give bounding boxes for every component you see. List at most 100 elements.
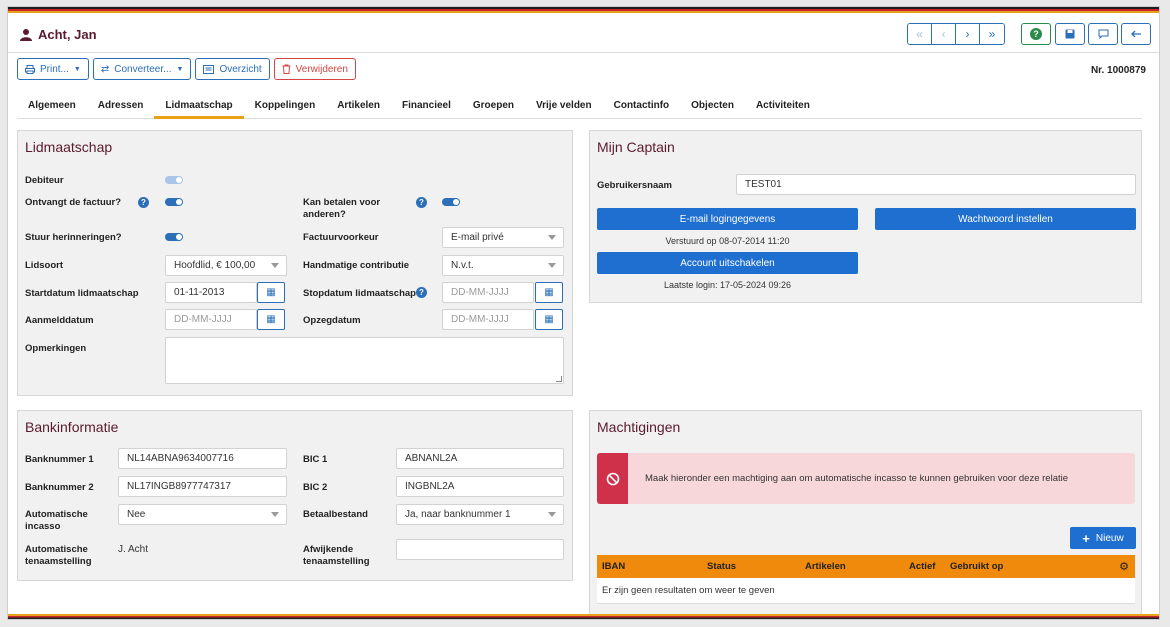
ontvangt-factuur-toggle[interactable] [165, 198, 183, 206]
tab-contactinfo[interactable]: Contactinfo [603, 95, 681, 119]
convert-label: Converteer... [114, 63, 172, 75]
last-record-button[interactable]: » [980, 24, 1004, 44]
caret-down-icon: ▼ [176, 65, 184, 73]
last-login-timestamp: Laatste login: 17-05-2024 09:26 [663, 280, 792, 290]
auto-incasso-label: Automatische incasso [25, 509, 88, 532]
tab-activiteiten[interactable]: Activiteiten [745, 95, 821, 119]
caret-down-icon: ▼ [73, 65, 81, 73]
calendar-icon[interactable]: ▦ [535, 282, 563, 303]
tab-objecten[interactable]: Objecten [680, 95, 745, 119]
ban-icon [606, 472, 619, 485]
bank2-input[interactable]: NL17INGB8977747317 [118, 476, 287, 497]
afwijkende-tenaam-label: Afwijkende tenaamstelling [303, 544, 370, 567]
factuurvoorkeur-value: E-mail privé [451, 232, 504, 243]
flag-stripe-bottom [8, 614, 1159, 619]
help-icon[interactable]: ? [416, 287, 427, 298]
factuurvoorkeur-label: Factuurvoorkeur [303, 232, 379, 243]
tab-vrije-velden[interactable]: Vrije velden [525, 95, 603, 119]
help-icon[interactable]: ? [138, 197, 149, 208]
save-button[interactable] [1055, 23, 1085, 45]
record-navigation: « ‹ › » [907, 23, 1005, 45]
startdatum-label: Startdatum lidmaatschap [25, 288, 139, 299]
startdatum-input[interactable]: 01-11-2013 [165, 282, 257, 303]
bic1-input[interactable]: ABNANL2A [396, 448, 564, 469]
back-button[interactable] [1121, 23, 1151, 45]
first-record-button[interactable]: « [908, 24, 932, 44]
record-number: Nr. 1000879 [1090, 65, 1146, 76]
gear-icon[interactable]: ⚙ [1119, 560, 1129, 573]
mandates-title: Machtigingen [597, 419, 681, 435]
membership-title: Lidmaatschap [25, 139, 113, 155]
resize-grip-icon[interactable] [556, 376, 562, 382]
bic2-input[interactable]: INGBNL2A [396, 476, 564, 497]
auto-incasso-select[interactable]: Nee [118, 504, 287, 525]
tab-financieel[interactable]: Financieel [391, 95, 462, 119]
save-icon [1065, 29, 1075, 39]
tab-groepen[interactable]: Groepen [462, 95, 525, 119]
tab-lidmaatschap[interactable]: Lidmaatschap [154, 95, 244, 119]
calendar-icon[interactable]: ▦ [535, 309, 563, 330]
factuurvoorkeur-select[interactable]: E-mail privé [442, 227, 564, 248]
arrow-left-icon [1131, 30, 1141, 38]
empty-message: Er zijn geen resultaten om weer te geven [602, 585, 775, 596]
new-mandate-button[interactable]: + Nieuw [1070, 527, 1136, 549]
email-login-button[interactable]: E-mail logingegevens [597, 208, 858, 230]
opmerkingen-textarea[interactable] [165, 337, 564, 384]
calendar-icon[interactable]: ▦ [257, 282, 285, 303]
tab-koppelingen[interactable]: Koppelingen [244, 95, 327, 119]
username-input[interactable]: TEST01 [736, 174, 1136, 195]
relation-name: Acht, Jan [38, 27, 97, 42]
print-button[interactable]: Print... ▼ [17, 58, 89, 80]
help-icon: ? [1030, 28, 1042, 40]
overview-button[interactable]: Overzicht [195, 58, 270, 80]
set-password-button[interactable]: Wachtwoord instellen [875, 208, 1136, 230]
debiteur-toggle[interactable] [165, 176, 183, 184]
next-record-button[interactable]: › [956, 24, 980, 44]
betaalbestand-select[interactable]: Ja, naar banknummer 1 [396, 504, 564, 525]
auto-tenaam-value: J. Acht [118, 544, 149, 555]
alert-message: Maak hieronder een machtiging aan om aut… [645, 473, 1069, 484]
comment-button[interactable] [1088, 23, 1118, 45]
bank1-label: Banknummer 1 [25, 454, 94, 465]
caret-down-icon [548, 263, 556, 268]
printer-icon [25, 64, 35, 74]
page-title: Acht, Jan [20, 27, 97, 42]
tab-artikelen[interactable]: Artikelen [326, 95, 391, 119]
aanmelddatum-input[interactable]: DD-MM-JJJJ [165, 309, 257, 330]
afwijkende-tenaam-input[interactable] [396, 539, 564, 560]
col-actief[interactable]: Actief [909, 561, 935, 572]
handmatige-contributie-value: N.v.t. [451, 260, 474, 271]
caret-down-icon [548, 235, 556, 240]
col-gebruikt-op[interactable]: Gebruikt op [950, 561, 1003, 572]
plus-icon: + [1082, 530, 1090, 546]
opmerkingen-label: Opmerkingen [25, 343, 87, 354]
auto-tenaam-label: Automatische tenaamstelling [25, 544, 92, 567]
opzegdatum-input[interactable]: DD-MM-JJJJ [442, 309, 534, 330]
help-icon[interactable]: ? [416, 197, 427, 208]
calendar-icon[interactable]: ▦ [257, 309, 285, 330]
new-mandate-label: Nieuw [1095, 532, 1124, 544]
help-button[interactable]: ? [1021, 23, 1051, 45]
betaalbestand-label: Betaalbestand [303, 509, 368, 520]
disable-account-button[interactable]: Account uitschakelen [597, 252, 858, 274]
col-iban[interactable]: IBAN [602, 561, 625, 572]
kan-betalen-toggle[interactable] [442, 198, 460, 206]
stopdatum-input[interactable]: DD-MM-JJJJ [442, 282, 534, 303]
tab-adressen[interactable]: Adressen [87, 95, 155, 119]
sent-timestamp: Verstuurd op 08-07-2014 11:20 [665, 236, 790, 246]
convert-button[interactable]: ⇄ Converteer... ▼ [92, 58, 192, 80]
previous-record-button[interactable]: ‹ [932, 24, 956, 44]
bank1-input[interactable]: NL14ABNA9634007716 [118, 448, 287, 469]
username-label: Gebruikersnaam [597, 180, 672, 191]
action-bar: Print... ▼ ⇄ Converteer... ▼ Overzicht V… [17, 58, 356, 80]
delete-button[interactable]: Verwijderen [273, 58, 356, 80]
handmatige-contributie-select[interactable]: N.v.t. [442, 255, 564, 276]
col-status[interactable]: Status [707, 561, 736, 572]
col-artikelen[interactable]: Artikelen [805, 561, 846, 572]
app-window: Acht, Jan « ‹ › » ? Print... ▼ ⇄ Convert… [7, 6, 1160, 620]
stuur-herinneringen-toggle[interactable] [165, 233, 183, 241]
aanmelddatum-label: Aanmelddatum [25, 315, 94, 326]
comment-icon [1098, 29, 1108, 39]
tab-algemeen[interactable]: Algemeen [17, 95, 87, 119]
lidsoort-select[interactable]: Hoofdlid, € 100,00 [165, 255, 287, 276]
